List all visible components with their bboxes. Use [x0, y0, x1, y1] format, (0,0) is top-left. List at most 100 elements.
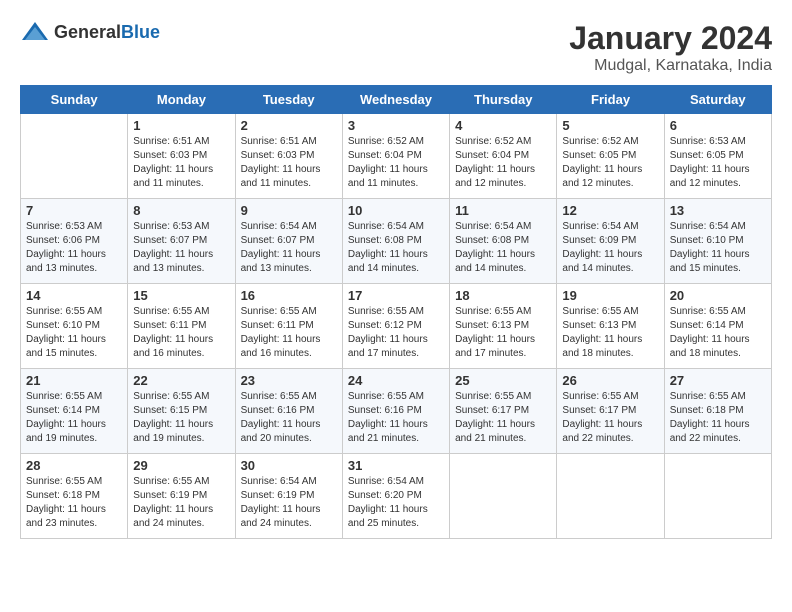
calendar-cell: 8Sunrise: 6:53 AM Sunset: 6:07 PM Daylig…	[128, 199, 235, 284]
calendar-cell	[664, 454, 771, 539]
day-info: Sunrise: 6:55 AM Sunset: 6:15 PM Dayligh…	[133, 390, 229, 446]
week-row-3: 14 Sunrise: 6:55 AM Sunset: 6:10 PM Dayli…	[21, 284, 772, 369]
day-info: Sunrise: 6:55 AM Sunset: 6:14 PM Dayligh…	[670, 305, 766, 361]
calendar-cell	[21, 114, 128, 199]
day-header-monday: Monday	[128, 86, 235, 114]
calendar-cell: 17 Sunrise: 6:55 AM Sunset: 6:12 PM Dayli…	[342, 284, 449, 369]
calendar-cell: 3Sunrise: 6:52 AM Sunset: 6:04 PM Daylig…	[342, 114, 449, 199]
calendar-cell: 21Sunrise: 6:55 AM Sunset: 6:14 PM Dayli…	[21, 369, 128, 454]
page-header: GeneralBlue January 2024 Mudgal, Karnata…	[20, 20, 772, 75]
day-info: Sunrise: 6:55 AM Sunset: 6:18 PM Dayligh…	[26, 475, 122, 531]
day-info: Sunrise: 6:54 AM Sunset: 6:20 PM Dayligh…	[348, 475, 444, 531]
day-header-saturday: Saturday	[664, 86, 771, 114]
day-number: 11	[455, 203, 551, 218]
day-info: Sunrise: 6:52 AM Sunset: 6:04 PM Dayligh…	[455, 135, 551, 191]
week-row-4: 21Sunrise: 6:55 AM Sunset: 6:14 PM Dayli…	[21, 369, 772, 454]
title-area: January 2024 Mudgal, Karnataka, India	[569, 20, 772, 75]
calendar-cell	[557, 454, 664, 539]
day-number: 17	[348, 288, 444, 303]
day-info: Sunrise: 6:54 AM Sunset: 6:07 PM Dayligh…	[241, 220, 337, 276]
day-number: 6	[670, 118, 766, 133]
day-number: 27	[670, 373, 766, 388]
day-number: 10	[348, 203, 444, 218]
calendar-cell: 24Sunrise: 6:55 AM Sunset: 6:16 PM Dayli…	[342, 369, 449, 454]
logo-icon	[20, 20, 50, 44]
day-header-sunday: Sunday	[21, 86, 128, 114]
calendar-cell: 25 Sunrise: 6:55 AM Sunset: 6:17 PM Dayli…	[450, 369, 557, 454]
week-row-2: 7 Sunrise: 6:53 AM Sunset: 6:06 PM Daylig…	[21, 199, 772, 284]
logo: GeneralBlue	[20, 20, 160, 44]
calendar-cell: 5 Sunrise: 6:52 AM Sunset: 6:05 PM Daylig…	[557, 114, 664, 199]
day-number: 21	[26, 373, 122, 388]
calendar-cell: 13 Sunrise: 6:54 AM Sunset: 6:10 PM Dayli…	[664, 199, 771, 284]
day-number: 16	[241, 288, 337, 303]
day-info: Sunrise: 6:53 AM Sunset: 6:06 PM Dayligh…	[26, 220, 122, 276]
day-number: 25	[455, 373, 551, 388]
day-info: Sunrise: 6:55 AM Sunset: 6:10 PM Dayligh…	[26, 305, 122, 361]
calendar-cell: 30 Sunrise: 6:54 AM Sunset: 6:19 PM Dayli…	[235, 454, 342, 539]
day-number: 30	[241, 458, 337, 473]
day-number: 2	[241, 118, 337, 133]
day-number: 7	[26, 203, 122, 218]
calendar-cell: 26 Sunrise: 6:55 AM Sunset: 6:17 PM Dayli…	[557, 369, 664, 454]
calendar-cell: 23 Sunrise: 6:55 AM Sunset: 6:16 PM Dayli…	[235, 369, 342, 454]
day-info: Sunrise: 6:54 AM Sunset: 6:10 PM Dayligh…	[670, 220, 766, 276]
calendar-cell: 6Sunrise: 6:53 AM Sunset: 6:05 PM Daylig…	[664, 114, 771, 199]
day-info: Sunrise: 6:51 AM Sunset: 6:03 PM Dayligh…	[241, 135, 337, 191]
logo-blue-text: Blue	[121, 22, 160, 42]
day-number: 14	[26, 288, 122, 303]
week-row-1: 1 Sunrise: 6:51 AM Sunset: 6:03 PM Daylig…	[21, 114, 772, 199]
calendar-cell: 22Sunrise: 6:55 AM Sunset: 6:15 PM Dayli…	[128, 369, 235, 454]
calendar-cell: 31 Sunrise: 6:54 AM Sunset: 6:20 PM Dayli…	[342, 454, 449, 539]
day-info: Sunrise: 6:55 AM Sunset: 6:17 PM Dayligh…	[455, 390, 551, 446]
location-title: Mudgal, Karnataka, India	[569, 57, 772, 75]
day-info: Sunrise: 6:55 AM Sunset: 6:12 PM Dayligh…	[348, 305, 444, 361]
calendar-cell: 29 Sunrise: 6:55 AM Sunset: 6:19 PM Dayli…	[128, 454, 235, 539]
day-header-friday: Friday	[557, 86, 664, 114]
calendar-cell: 19Sunrise: 6:55 AM Sunset: 6:13 PM Dayli…	[557, 284, 664, 369]
calendar-cell: 28 Sunrise: 6:55 AM Sunset: 6:18 PM Dayli…	[21, 454, 128, 539]
calendar-header-row: SundayMondayTuesdayWednesdayThursdayFrid…	[21, 86, 772, 114]
day-info: Sunrise: 6:54 AM Sunset: 6:19 PM Dayligh…	[241, 475, 337, 531]
calendar-cell: 9 Sunrise: 6:54 AM Sunset: 6:07 PM Daylig…	[235, 199, 342, 284]
day-info: Sunrise: 6:52 AM Sunset: 6:05 PM Dayligh…	[562, 135, 658, 191]
day-number: 5	[562, 118, 658, 133]
logo-general-text: General	[54, 22, 121, 42]
day-number: 19	[562, 288, 658, 303]
day-number: 26	[562, 373, 658, 388]
day-header-tuesday: Tuesday	[235, 86, 342, 114]
day-info: Sunrise: 6:55 AM Sunset: 6:19 PM Dayligh…	[133, 475, 229, 531]
day-info: Sunrise: 6:55 AM Sunset: 6:18 PM Dayligh…	[670, 390, 766, 446]
calendar-cell: 16Sunrise: 6:55 AM Sunset: 6:11 PM Dayli…	[235, 284, 342, 369]
day-number: 28	[26, 458, 122, 473]
day-number: 31	[348, 458, 444, 473]
day-number: 29	[133, 458, 229, 473]
calendar-cell: 18 Sunrise: 6:55 AM Sunset: 6:13 PM Dayli…	[450, 284, 557, 369]
day-info: Sunrise: 6:55 AM Sunset: 6:17 PM Dayligh…	[562, 390, 658, 446]
calendar-cell: 27 Sunrise: 6:55 AM Sunset: 6:18 PM Dayli…	[664, 369, 771, 454]
day-number: 18	[455, 288, 551, 303]
day-info: Sunrise: 6:51 AM Sunset: 6:03 PM Dayligh…	[133, 135, 229, 191]
day-info: Sunrise: 6:54 AM Sunset: 6:08 PM Dayligh…	[455, 220, 551, 276]
calendar-cell: 14 Sunrise: 6:55 AM Sunset: 6:10 PM Dayli…	[21, 284, 128, 369]
calendar-cell: 7 Sunrise: 6:53 AM Sunset: 6:06 PM Daylig…	[21, 199, 128, 284]
calendar-cell: 11 Sunrise: 6:54 AM Sunset: 6:08 PM Dayli…	[450, 199, 557, 284]
day-number: 9	[241, 203, 337, 218]
calendar-cell: 4Sunrise: 6:52 AM Sunset: 6:04 PM Daylig…	[450, 114, 557, 199]
day-info: Sunrise: 6:55 AM Sunset: 6:13 PM Dayligh…	[455, 305, 551, 361]
calendar-cell: 2 Sunrise: 6:51 AM Sunset: 6:03 PM Daylig…	[235, 114, 342, 199]
day-number: 23	[241, 373, 337, 388]
calendar-cell: 20Sunrise: 6:55 AM Sunset: 6:14 PM Dayli…	[664, 284, 771, 369]
calendar-cell: 12Sunrise: 6:54 AM Sunset: 6:09 PM Dayli…	[557, 199, 664, 284]
day-number: 24	[348, 373, 444, 388]
week-row-5: 28 Sunrise: 6:55 AM Sunset: 6:18 PM Dayli…	[21, 454, 772, 539]
day-number: 13	[670, 203, 766, 218]
calendar-cell	[450, 454, 557, 539]
calendar-table: SundayMondayTuesdayWednesdayThursdayFrid…	[20, 85, 772, 539]
calendar-cell: 1 Sunrise: 6:51 AM Sunset: 6:03 PM Daylig…	[128, 114, 235, 199]
day-header-wednesday: Wednesday	[342, 86, 449, 114]
calendar-cell: 15Sunrise: 6:55 AM Sunset: 6:11 PM Dayli…	[128, 284, 235, 369]
day-info: Sunrise: 6:55 AM Sunset: 6:16 PM Dayligh…	[241, 390, 337, 446]
day-number: 1	[133, 118, 229, 133]
day-info: Sunrise: 6:55 AM Sunset: 6:11 PM Dayligh…	[133, 305, 229, 361]
